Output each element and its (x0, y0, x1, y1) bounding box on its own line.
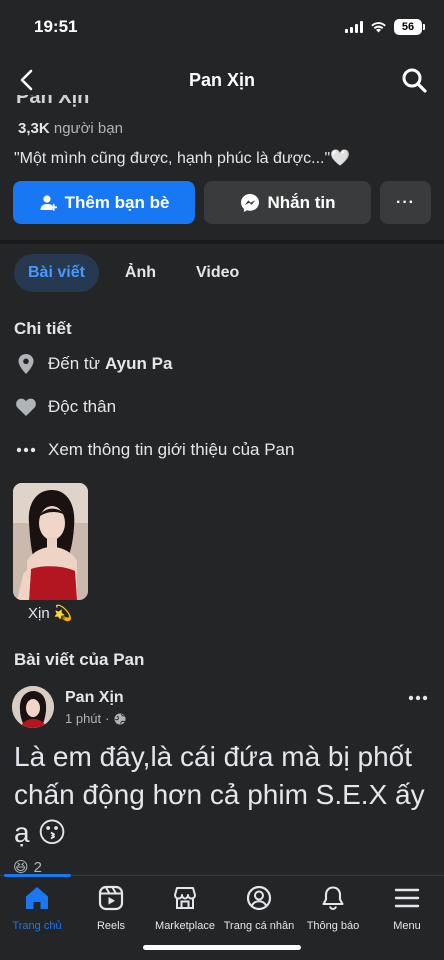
friends-count-number: 3,3K (18, 120, 50, 137)
hometown-place: Ayun Pa (105, 354, 173, 373)
post-author-avatar[interactable] (12, 686, 54, 728)
globe-icon (114, 713, 125, 724)
tab-posts[interactable]: Bài viết (14, 254, 99, 292)
reels-icon (97, 884, 125, 912)
featured-photo-label: Xịn 💫 (28, 605, 73, 622)
more-options-button[interactable]: ··· (380, 181, 431, 224)
details-title: Chi tiết (14, 319, 72, 338)
post-time: 1 phút (65, 711, 102, 726)
section-divider (0, 240, 444, 244)
menu-icon (393, 884, 421, 912)
add-friend-icon (40, 194, 57, 211)
location-pin-icon (14, 352, 38, 376)
tab-photos[interactable]: Ảnh (111, 254, 170, 292)
add-friend-button[interactable]: Thêm bạn bè (13, 181, 195, 224)
add-friend-label: Thêm bạn bè (64, 192, 170, 212)
more-dots-icon (14, 438, 38, 462)
friends-count-label: người bạn (53, 120, 123, 137)
active-tab-indicator (4, 874, 71, 877)
post-text: Là em đây,là cái đứa mà bị phốt chấn độn… (14, 741, 425, 848)
nav-menu[interactable]: Menu (362, 884, 444, 932)
featured-photo[interactable] (13, 483, 88, 600)
detail-hometown: Đến từ Ayun Pa (14, 352, 172, 376)
messenger-icon (240, 193, 259, 212)
relationship-status: Độc thân (48, 397, 117, 416)
post-meta: 1 phút · (65, 711, 126, 726)
hometown-prefix: Đến từ (48, 354, 101, 373)
profile-icon (245, 884, 273, 912)
friends-count[interactable]: 3,3K người bạn (18, 120, 123, 137)
heart-icon (14, 395, 38, 419)
message-button[interactable]: Nhắn tin (204, 181, 371, 224)
status-bar: 19:51 56 (0, 0, 444, 54)
signal-icon (345, 21, 363, 33)
status-icons: 56 (345, 19, 425, 35)
posts-section-title: Bài viết của Pan (14, 650, 145, 669)
wifi-icon (371, 22, 386, 33)
more-dots-icon (408, 695, 428, 701)
reaction-count: 2 (33, 858, 42, 876)
profile-name-scrolled: Pan Xịn (16, 95, 90, 107)
tab-videos[interactable]: Video (182, 254, 253, 292)
back-arrow-icon[interactable] (14, 66, 42, 94)
detail-relationship: Độc thân (14, 395, 116, 419)
marketplace-icon (171, 884, 199, 912)
battery-icon: 56 (394, 19, 425, 35)
see-intro-label: Xem thông tin giới thiệu của Pan (48, 440, 295, 459)
see-intro-link[interactable]: Xem thông tin giới thiệu của Pan (14, 438, 294, 462)
home-icon (23, 884, 51, 912)
message-label: Nhắn tin (267, 192, 336, 212)
profile-tabs: Bài viết Ảnh Video (14, 254, 253, 292)
post-options-button[interactable] (408, 684, 428, 707)
bell-icon (319, 884, 347, 912)
status-time: 19:51 (34, 17, 78, 36)
page-title: Pan Xịn (188, 69, 255, 90)
profile-actions: Thêm bạn bè Nhắn tin ··· (13, 181, 431, 224)
home-indicator[interactable] (143, 945, 301, 950)
post-author-name[interactable]: Pan Xịn (65, 689, 124, 707)
more-options-icon: ··· (396, 193, 415, 211)
search-icon[interactable] (400, 66, 428, 94)
profile-bio: "Một mình cũng được, hạnh phúc là được..… (14, 150, 351, 167)
